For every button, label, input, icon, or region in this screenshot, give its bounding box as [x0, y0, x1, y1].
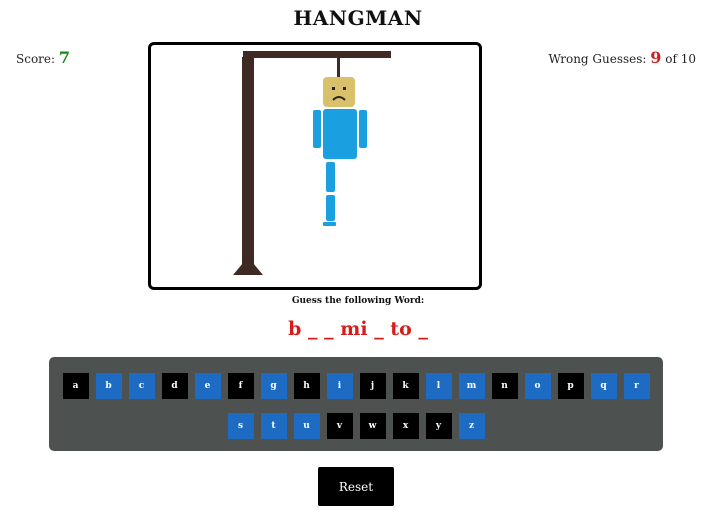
wrong-guesses-max: of 10: [665, 52, 696, 66]
wrong-guesses-display: Wrong Guesses: 9 of 10: [548, 48, 696, 67]
hangman-right-arm: [359, 110, 367, 148]
gallows-post: [242, 57, 254, 265]
letter-key-o[interactable]: o: [524, 373, 551, 399]
game-title: HANGMAN: [293, 6, 423, 30]
letter-key-s[interactable]: s: [227, 413, 254, 439]
letter-key-n[interactable]: n: [491, 373, 518, 399]
letter-key-i[interactable]: i: [326, 373, 353, 399]
score-display: Score: 7: [16, 48, 70, 67]
letter-key-c[interactable]: c: [128, 373, 155, 399]
wrong-guesses-label: Wrong Guesses:: [548, 52, 647, 66]
guess-prompt: Guess the following Word:: [291, 296, 425, 306]
reset-button[interactable]: Reset: [318, 467, 394, 506]
score-label: Score:: [16, 52, 56, 66]
letter-key-f[interactable]: f: [227, 373, 254, 399]
letter-key-g[interactable]: g: [260, 373, 287, 399]
letter-key-e[interactable]: e: [194, 373, 221, 399]
letter-key-v[interactable]: v: [326, 413, 353, 439]
hangman-leg-upper: [326, 162, 335, 192]
hangman-torso: [323, 109, 357, 159]
letter-key-q[interactable]: q: [590, 373, 617, 399]
letter-key-b[interactable]: b: [95, 373, 122, 399]
word-display: b _ _ mi _ to _: [288, 318, 428, 340]
letter-key-t[interactable]: t: [260, 413, 287, 439]
hangman-page: HANGMAN Score: 7 Wrong Guesses: 9 of 10: [0, 0, 716, 530]
hangman-illustration: [233, 51, 391, 275]
letter-key-y[interactable]: y: [425, 413, 452, 439]
keyboard-row-2: stuvwxyz: [49, 413, 663, 439]
letter-key-x[interactable]: x: [392, 413, 419, 439]
letter-key-j[interactable]: j: [359, 373, 386, 399]
gallows-top-beam: [243, 51, 391, 58]
keyboard-row-1: abcdefghijklmnopqr: [49, 373, 663, 399]
letter-key-w[interactable]: w: [359, 413, 386, 439]
letter-key-m[interactable]: m: [458, 373, 485, 399]
gallows-rope: [337, 57, 340, 77]
letter-key-p[interactable]: p: [557, 373, 584, 399]
letter-key-r[interactable]: r: [623, 373, 650, 399]
letter-keyboard: abcdefghijklmnopqr stuvwxyz: [49, 357, 663, 451]
hangman-leg-lower: [326, 195, 335, 221]
letter-key-z[interactable]: z: [458, 413, 485, 439]
wrong-guesses-value: 9: [650, 48, 662, 67]
score-value: 7: [58, 48, 71, 67]
letter-key-l[interactable]: l: [425, 373, 452, 399]
gallows-base: [233, 257, 263, 275]
letter-key-h[interactable]: h: [293, 373, 320, 399]
letter-key-a[interactable]: a: [62, 373, 89, 399]
hangman-left-arm: [313, 110, 321, 148]
hangman-head: [323, 77, 355, 107]
hangman-drawing-area: [148, 42, 482, 290]
right-eye: [343, 87, 346, 90]
hangman-foot: [323, 222, 336, 226]
letter-key-u[interactable]: u: [293, 413, 320, 439]
letter-key-d[interactable]: d: [161, 373, 188, 399]
letter-key-k[interactable]: k: [392, 373, 419, 399]
left-eye: [332, 87, 335, 90]
